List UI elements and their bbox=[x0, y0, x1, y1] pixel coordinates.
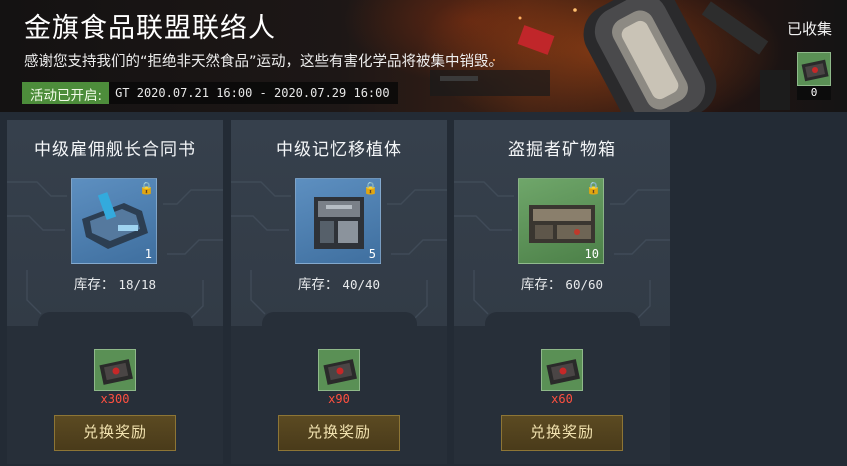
stock-info: 库存： 60/60 bbox=[454, 273, 670, 293]
event-time-range: GT 2020.07.21 16:00 - 2020.07.29 16:00 bbox=[109, 82, 398, 104]
reward-info: 中级记忆移植体 🔒 5 库存： 40/40 bbox=[231, 120, 447, 326]
lock-icon: 🔒 bbox=[139, 181, 154, 195]
exchange-panel: x300 兑换奖励 bbox=[7, 312, 223, 464]
reward-card: 中级记忆移植体 🔒 5 库存： 40/40 x90 兑换奖励 bbox=[231, 120, 447, 464]
reward-item-slot[interactable]: 🔒 1 bbox=[71, 178, 157, 264]
stock-info: 库存： 40/40 bbox=[231, 273, 447, 293]
cost-amount: x300 bbox=[100, 392, 130, 406]
panel-tab bbox=[485, 312, 640, 342]
stock-value: 60/60 bbox=[565, 277, 604, 292]
page-title: 金旗食品联盟联络人 bbox=[24, 13, 276, 44]
reward-item-slot[interactable]: 🔒 5 bbox=[295, 178, 381, 264]
reward-title: 中级雇佣舰长合同书 bbox=[34, 140, 196, 160]
stock-label: 库存： bbox=[297, 277, 339, 293]
lock-icon: 🔒 bbox=[586, 181, 601, 195]
stock-value: 40/40 bbox=[342, 277, 381, 292]
reward-info: 盗掘者矿物箱 🔒 10 库存： 60/60 bbox=[454, 120, 670, 326]
reward-item-slot[interactable]: 🔒 10 bbox=[518, 178, 604, 264]
reward-title: 中级记忆移植体 bbox=[276, 140, 402, 160]
lock-icon: 🔒 bbox=[363, 181, 378, 195]
cost-amount: x90 bbox=[328, 392, 350, 406]
toxic-case-icon bbox=[797, 52, 831, 86]
exchange-button[interactable]: 兑换奖励 bbox=[501, 415, 623, 451]
reward-quantity: 1 bbox=[144, 247, 152, 261]
cost-amount: x60 bbox=[551, 392, 573, 406]
toxic-case-icon bbox=[94, 349, 136, 391]
event-banner: 金旗食品联盟联络人 感谢您支持我们的“拒绝非天然食品”运动，这些有害化学品将被集… bbox=[0, 0, 847, 112]
collected-item[interactable]: 0 bbox=[797, 52, 831, 100]
reward-card: 中级雇佣舰长合同书 🔒 1 库存： 18/18 x300 兑换奖励 bbox=[7, 120, 223, 464]
stock-info: 库存： 18/18 bbox=[7, 273, 223, 293]
stock-label: 库存： bbox=[73, 277, 115, 293]
exchange-button[interactable]: 兑换奖励 bbox=[278, 415, 400, 451]
event-time-bar: 活动已开启: GT 2020.07.21 16:00 - 2020.07.29 … bbox=[22, 82, 398, 104]
toxic-case-icon bbox=[318, 349, 360, 391]
reward-list: 中级雇佣舰长合同书 🔒 1 库存： 18/18 x300 兑换奖励 中级记忆移植… bbox=[0, 112, 847, 466]
event-description: 感谢您支持我们的“拒绝非天然食品”运动，这些有害化学品将被集中销毁。 bbox=[24, 54, 504, 70]
reward-quantity: 10 bbox=[584, 247, 599, 261]
collected-label: 已收集 bbox=[786, 20, 832, 38]
exchange-button[interactable]: 兑换奖励 bbox=[54, 415, 176, 451]
panel-tab bbox=[38, 312, 193, 342]
exchange-panel: x60 兑换奖励 bbox=[454, 312, 670, 464]
stock-label: 库存： bbox=[520, 277, 562, 293]
toxic-case-icon bbox=[541, 349, 583, 391]
event-status-label: 活动已开启: bbox=[22, 82, 110, 104]
reward-info: 中级雇佣舰长合同书 🔒 1 库存： 18/18 bbox=[7, 120, 223, 326]
exchange-panel: x90 兑换奖励 bbox=[231, 312, 447, 464]
stock-value: 18/18 bbox=[118, 277, 157, 292]
reward-title: 盗掘者矿物箱 bbox=[508, 140, 616, 160]
collected-count: 0 bbox=[797, 86, 831, 100]
reward-card: 盗掘者矿物箱 🔒 10 库存： 60/60 x60 兑换奖励 bbox=[454, 120, 670, 464]
reward-quantity: 5 bbox=[368, 247, 376, 261]
panel-tab bbox=[262, 312, 417, 342]
